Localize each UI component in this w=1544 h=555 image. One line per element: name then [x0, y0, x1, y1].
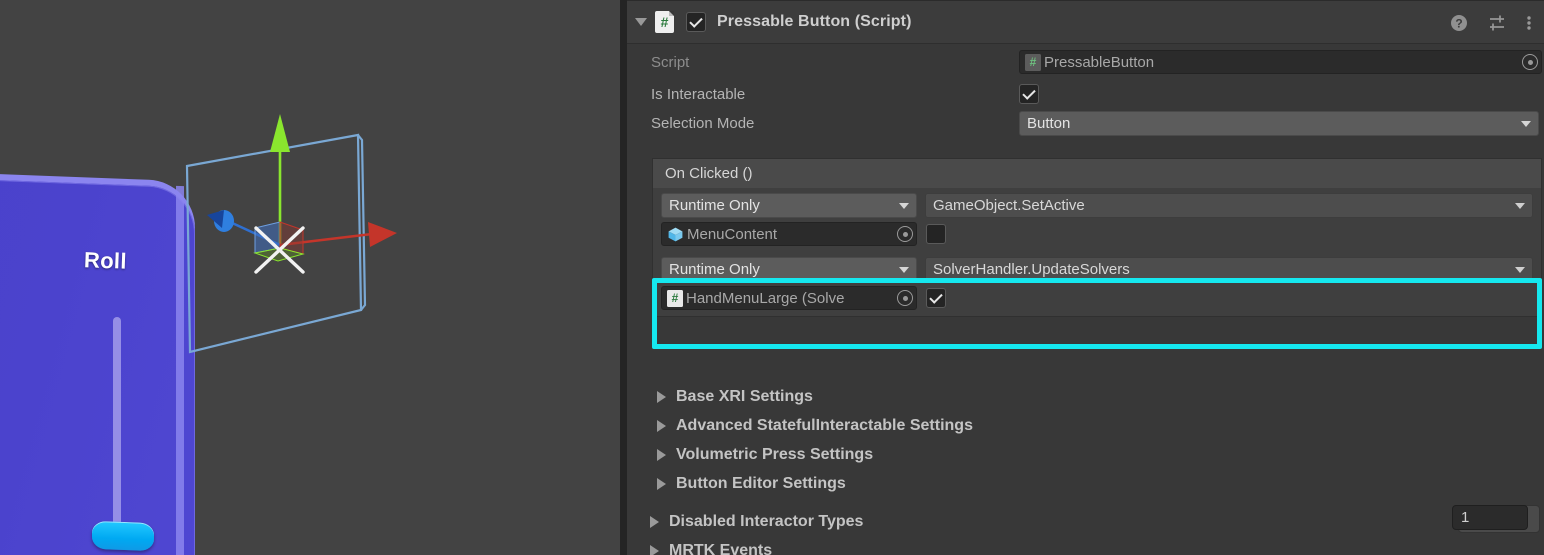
- event-target-value: HandMenuLarge (Solve: [686, 289, 845, 307]
- script-object-field[interactable]: # PressableButton: [1019, 50, 1542, 74]
- script-row: Script # PressableButton: [627, 44, 1544, 80]
- event-method-value: GameObject.SetActive: [933, 197, 1085, 214]
- chevron-right-icon: [650, 515, 659, 528]
- selection-mode-dropdown[interactable]: Button: [1019, 111, 1539, 136]
- is-interactable-checkbox[interactable]: [1019, 84, 1039, 104]
- foldout-base-xri-settings[interactable]: Base XRI Settings: [627, 382, 1544, 411]
- foldout-label: Volumetric Press Settings: [676, 445, 874, 463]
- unity-editor-screenshot: Roll # Pressable Button (Script) ? Scrip…: [0, 0, 1544, 555]
- foldout-label: Advanced StatefulInteractable Settings: [676, 416, 973, 434]
- svg-text:?: ?: [1455, 17, 1462, 31]
- event-method-dropdown[interactable]: SolverHandler.UpdateSolvers: [925, 257, 1533, 282]
- object-picker-icon[interactable]: [897, 226, 913, 242]
- is-interactable-row: Is Interactable: [627, 80, 1544, 108]
- component-header[interactable]: # Pressable Button (Script) ?: [627, 0, 1544, 44]
- foldout-advanced-statefulinteractable-settings[interactable]: Advanced StatefulInteractable Settings: [627, 411, 1544, 440]
- event-mode-dropdown[interactable]: Runtime Only: [661, 257, 917, 282]
- foldout-label: MRTK Events: [669, 541, 773, 555]
- scene-view[interactable]: Roll: [0, 0, 620, 555]
- on-clicked-event-list: On Clicked () Runtime Only GameObject.Se…: [652, 158, 1542, 533]
- preset-icon[interactable]: [1487, 14, 1507, 32]
- chevron-down-icon: [1515, 266, 1525, 273]
- size-number-field[interactable]: 1: [1452, 505, 1528, 530]
- chevron-right-icon: [650, 544, 659, 555]
- foldout-mrtk-events[interactable]: MRTK Events: [627, 536, 1544, 555]
- object-picker-icon[interactable]: [897, 290, 913, 306]
- object-picker-icon[interactable]: [1522, 54, 1538, 70]
- chevron-right-icon: [657, 448, 666, 461]
- event-target-value: MenuContent: [687, 225, 778, 243]
- chevron-right-icon: [657, 477, 666, 490]
- chevron-down-icon: [1515, 202, 1525, 209]
- chevron-down-icon: [899, 266, 909, 273]
- event-entry: Runtime Only GameObject.SetActive MenuCo…: [653, 188, 1541, 252]
- transform-gizmo[interactable]: [0, 0, 620, 555]
- inspector-panel: # Pressable Button (Script) ? Script # P…: [627, 0, 1544, 555]
- chevron-down-icon: [1521, 120, 1531, 127]
- chevron-down-icon: [899, 202, 909, 209]
- component-enabled-checkbox[interactable]: [686, 12, 706, 32]
- foldout-list: Base XRI Settings Advanced StatefulInter…: [627, 382, 1544, 555]
- script-icon: #: [667, 289, 683, 307]
- script-row-label: Script: [651, 53, 690, 71]
- script-object-value: PressableButton: [1044, 53, 1155, 71]
- gameobject-cube-icon: [668, 227, 683, 241]
- event-method-dropdown[interactable]: GameObject.SetActive: [925, 193, 1533, 218]
- on-clicked-title: On Clicked (): [652, 158, 1542, 188]
- is-interactable-label: Is Interactable: [651, 85, 746, 103]
- foldout-label: Disabled Interactor Types: [669, 512, 864, 530]
- help-icon[interactable]: ?: [1450, 14, 1468, 32]
- selection-mode-value: Button: [1027, 115, 1071, 132]
- foldout-label: Button Editor Settings: [676, 474, 846, 492]
- script-icon: #: [655, 11, 674, 33]
- foldout-disabled-interactor-types[interactable]: Disabled Interactor Types: [627, 507, 1544, 536]
- event-mode-value: Runtime Only: [669, 197, 760, 214]
- foldout-volumetric-press-settings[interactable]: Volumetric Press Settings: [627, 440, 1544, 469]
- event-mode-dropdown[interactable]: Runtime Only: [661, 193, 917, 218]
- script-icon: #: [1025, 53, 1041, 71]
- component-title: Pressable Button (Script): [717, 13, 912, 30]
- event-target-object-field[interactable]: MenuContent: [661, 222, 917, 246]
- size-number-value: 1: [1461, 509, 1470, 526]
- selection-mode-label: Selection Mode: [651, 115, 755, 132]
- event-entry: Runtime Only SolverHandler.UpdateSolvers…: [653, 252, 1541, 316]
- component-header-icons: ?: [1450, 1, 1532, 45]
- event-method-value: SolverHandler.UpdateSolvers: [933, 261, 1130, 278]
- component-foldout-arrow-icon[interactable]: [635, 18, 647, 26]
- foldout-button-editor-settings[interactable]: Button Editor Settings: [627, 469, 1544, 498]
- selection-mode-row: Selection Mode Button: [627, 108, 1544, 139]
- gizmo-center-cube-icon: [253, 221, 305, 262]
- event-bool-arg-checkbox[interactable]: [926, 224, 946, 244]
- more-menu-icon[interactable]: [1526, 14, 1532, 32]
- on-clicked-entries: Runtime Only GameObject.SetActive MenuCo…: [652, 188, 1542, 349]
- foldout-label: Base XRI Settings: [676, 387, 813, 405]
- event-mode-value: Runtime Only: [669, 261, 760, 278]
- event-bool-arg-checkbox[interactable]: [926, 288, 946, 308]
- chevron-right-icon: [657, 419, 666, 432]
- panel-divider[interactable]: [620, 0, 627, 555]
- event-target-object-field[interactable]: # HandMenuLarge (Solve: [661, 286, 917, 310]
- chevron-right-icon: [657, 390, 666, 403]
